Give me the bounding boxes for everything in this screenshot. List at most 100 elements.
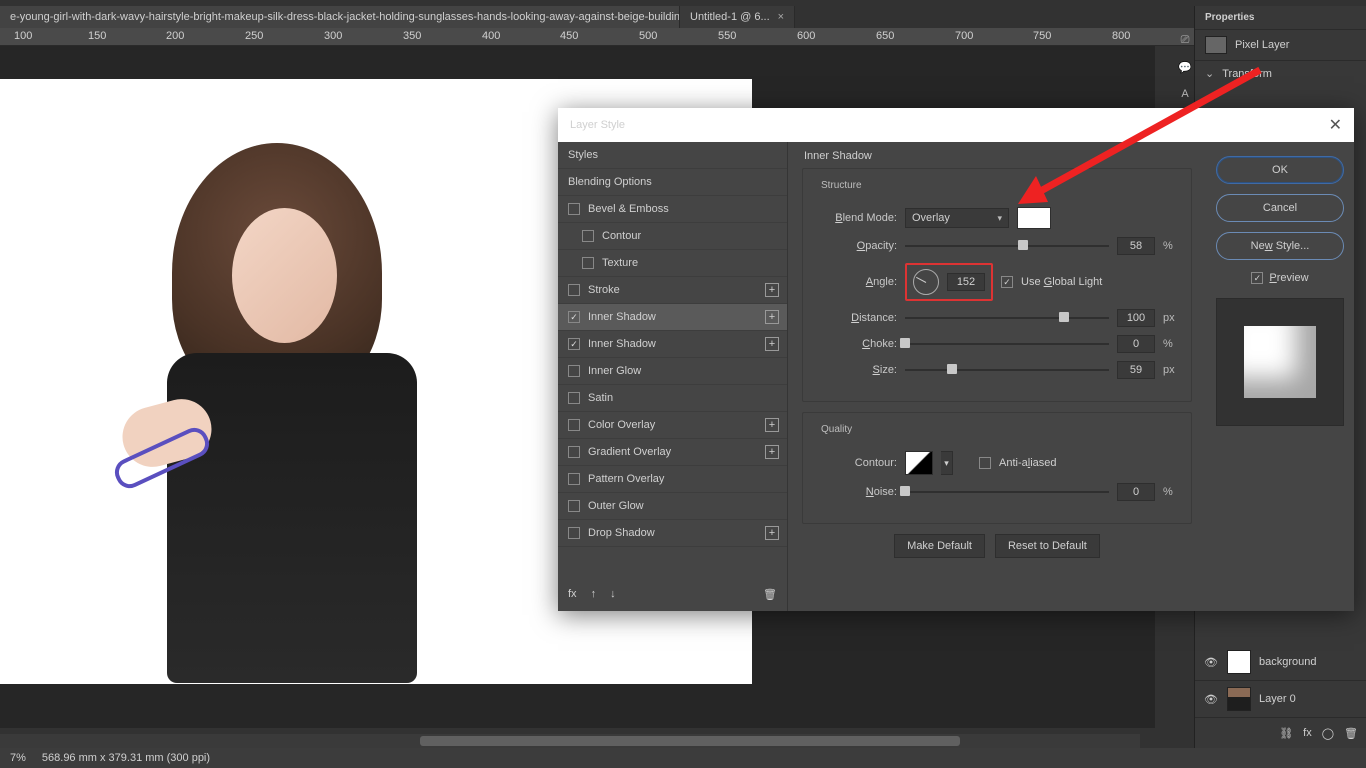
make-default-button[interactable]: Make Default	[894, 534, 985, 558]
fx-icon[interactable]: fx	[1303, 727, 1312, 739]
use-global-light-checkbox[interactable]	[1001, 276, 1013, 288]
contour-label[interactable]: Contour:	[815, 457, 897, 469]
trash-icon[interactable]: 🗑	[763, 588, 777, 601]
properties-panel-tab[interactable]: Properties	[1195, 6, 1366, 30]
add-effect-icon[interactable]: +	[765, 445, 779, 459]
shadow-color-swatch[interactable]	[1017, 207, 1051, 229]
choke-slider[interactable]	[905, 337, 1109, 351]
move-up-icon[interactable]: ↑	[591, 588, 597, 600]
inner-shadow-item-2[interactable]: Inner Shadow+	[558, 331, 787, 358]
add-effect-icon[interactable]: +	[765, 418, 779, 432]
styles-item[interactable]: Styles	[558, 142, 787, 169]
angle-input[interactable]: 152	[947, 273, 985, 291]
blending-options-item[interactable]: Blending Options	[558, 169, 787, 196]
contour-picker[interactable]	[905, 451, 933, 475]
distance-input[interactable]: 100	[1117, 309, 1155, 327]
checkbox[interactable]	[568, 473, 580, 485]
add-effect-icon[interactable]: +	[765, 526, 779, 540]
checkbox[interactable]	[568, 446, 580, 458]
new-style-button[interactable]: New Style...	[1216, 232, 1344, 260]
blend-mode-select[interactable]: Overlay ▾	[905, 208, 1009, 228]
layers-footer: ⛓ fx ◯ 🗑	[1195, 720, 1366, 746]
checkbox[interactable]	[568, 419, 580, 431]
antialiased-label[interactable]: Anti-aliased	[999, 457, 1057, 469]
document-tab[interactable]: Untitled-1 @ 6... ×	[680, 6, 795, 28]
distance-unit: px	[1163, 312, 1179, 324]
angle-label[interactable]: Angle:	[815, 276, 897, 288]
layer-name[interactable]: background	[1259, 656, 1317, 668]
add-effect-icon[interactable]: +	[765, 310, 779, 324]
reset-default-button[interactable]: Reset to Default	[995, 534, 1100, 558]
preview-checkbox[interactable]	[1251, 272, 1263, 284]
zoom-level[interactable]: 7%	[10, 752, 26, 764]
inner-glow-item[interactable]: Inner Glow	[558, 358, 787, 385]
checkbox[interactable]	[568, 500, 580, 512]
checkbox[interactable]	[568, 392, 580, 404]
quality-label: Quality	[817, 424, 856, 435]
distance-label[interactable]: Distance:	[815, 312, 897, 324]
pattern-overlay-item[interactable]: Pattern Overlay	[558, 466, 787, 493]
close-icon[interactable]: ✕	[1329, 115, 1342, 135]
ok-button[interactable]: OK	[1216, 156, 1344, 184]
visibility-icon[interactable]: 👁	[1203, 656, 1219, 669]
layer-thumbnail[interactable]	[1227, 687, 1251, 711]
trash-icon[interactable]: 🗑	[1344, 727, 1358, 740]
close-icon[interactable]: ×	[778, 11, 784, 23]
noise-slider[interactable]	[905, 485, 1109, 499]
bevel-emboss-item[interactable]: Bevel & Emboss	[558, 196, 787, 223]
opacity-slider[interactable]	[905, 239, 1109, 253]
transform-section[interactable]: ⌄ Transform	[1195, 60, 1366, 86]
noise-label[interactable]: Noise:	[815, 486, 897, 498]
document-tab-active[interactable]: e-young-girl-with-dark-wavy-hairstyle-br…	[0, 6, 680, 28]
checkbox[interactable]	[568, 203, 580, 215]
preview-toggle[interactable]: Preview	[1251, 272, 1308, 284]
checkbox[interactable]	[568, 338, 580, 350]
contour-item[interactable]: Contour	[558, 223, 787, 250]
size-slider[interactable]	[905, 363, 1109, 377]
type-icon[interactable]: A	[1181, 88, 1188, 100]
drop-shadow-item[interactable]: Drop Shadow+	[558, 520, 787, 547]
link-layers-icon[interactable]: ⛓	[1279, 727, 1293, 740]
gradient-overlay-item[interactable]: Gradient Overlay+	[558, 439, 787, 466]
fx-menu-icon[interactable]: fx	[568, 588, 577, 600]
layer-row[interactable]: 👁 Layer 0	[1195, 681, 1366, 718]
dialog-titlebar[interactable]: Layer Style ✕	[558, 108, 1354, 142]
inner-shadow-item[interactable]: Inner Shadow+	[558, 304, 787, 331]
texture-item[interactable]: Texture	[558, 250, 787, 277]
size-label[interactable]: Size:	[815, 364, 897, 376]
layer-thumbnail[interactable]	[1227, 650, 1251, 674]
mask-icon[interactable]: ◯	[1322, 727, 1334, 740]
checkbox[interactable]	[568, 527, 580, 539]
move-down-icon[interactable]: ↓	[610, 588, 616, 600]
add-effect-icon[interactable]: +	[765, 283, 779, 297]
opacity-input[interactable]: 58	[1117, 237, 1155, 255]
checkbox[interactable]	[582, 257, 594, 269]
horizontal-scrollbar[interactable]	[0, 734, 1140, 748]
cancel-button[interactable]: Cancel	[1216, 194, 1344, 222]
size-input[interactable]: 59	[1117, 361, 1155, 379]
checkbox[interactable]	[568, 365, 580, 377]
choke-label[interactable]: Choke:	[815, 338, 897, 350]
checkbox[interactable]	[568, 284, 580, 296]
stroke-item[interactable]: Stroke+	[558, 277, 787, 304]
use-global-light-label[interactable]: Use Global Light	[1021, 276, 1102, 288]
antialiased-checkbox[interactable]	[979, 457, 991, 469]
status-bar: 7% 568.96 mm x 379.31 mm (300 ppi)	[0, 748, 1366, 768]
checkbox[interactable]	[582, 230, 594, 242]
add-effect-icon[interactable]: +	[765, 337, 779, 351]
distance-slider[interactable]	[905, 311, 1109, 325]
layer-row[interactable]: 👁 background	[1195, 644, 1366, 681]
checkbox[interactable]	[568, 311, 580, 323]
chevron-down-icon[interactable]: ▾	[941, 451, 953, 475]
opacity-label[interactable]: Opacity:	[815, 240, 897, 252]
comments-icon[interactable]: 💬	[1178, 61, 1192, 74]
panel-toggle-icon[interactable]: ⎚	[1181, 34, 1190, 47]
outer-glow-item[interactable]: Outer Glow	[558, 493, 787, 520]
satin-item[interactable]: Satin	[558, 385, 787, 412]
color-overlay-item[interactable]: Color Overlay+	[558, 412, 787, 439]
angle-dial[interactable]	[913, 269, 939, 295]
choke-input[interactable]: 0	[1117, 335, 1155, 353]
visibility-icon[interactable]: 👁	[1203, 693, 1219, 706]
noise-input[interactable]: 0	[1117, 483, 1155, 501]
layer-name[interactable]: Layer 0	[1259, 693, 1296, 705]
